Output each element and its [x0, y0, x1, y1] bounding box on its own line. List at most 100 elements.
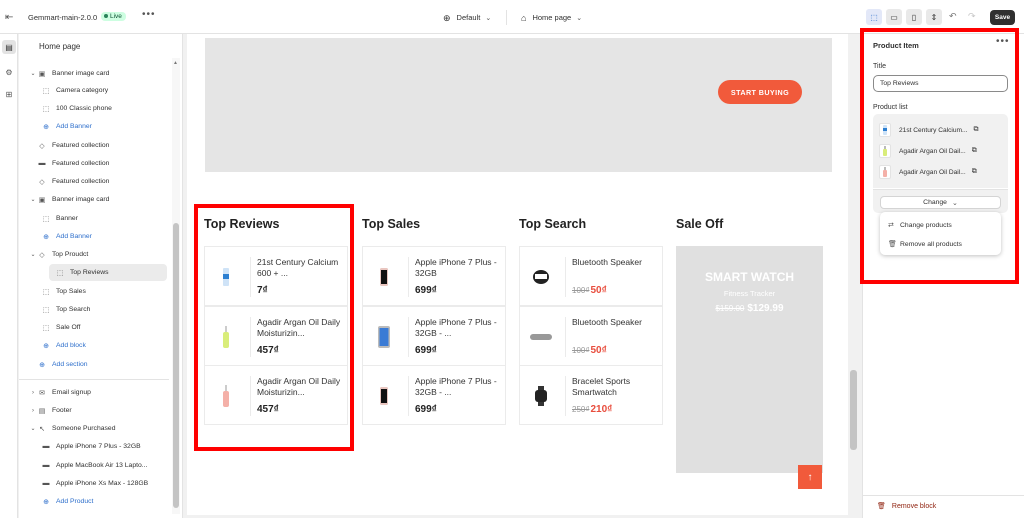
canvas-scrollbar[interactable] — [849, 34, 858, 515]
sidebar-tree-item[interactable]: › ✉ Email signup — [19, 384, 169, 401]
add-item-button[interactable]: ⊕ Add Banner — [19, 228, 169, 245]
mail-icon: ✉ — [39, 389, 45, 397]
scrollbar-thumb[interactable] — [173, 223, 179, 508]
product-card[interactable]: Apple iPhone 7 Plus - 32GB - ... 699₫ — [362, 306, 506, 366]
sidebar-tree-item[interactable]: ▬ Apple iPhone 7 Plus - 32GB — [19, 438, 169, 455]
image-icon: ▣ — [38, 70, 46, 78]
product-name: Apple iPhone 7 Plus - 32GB - ... — [415, 376, 497, 397]
product-name: Bracelet Sports Smartwatch — [572, 376, 631, 397]
sidebar-tree-item[interactable]: ⬚ 100 Classic phone — [19, 100, 169, 117]
add-item-button[interactable]: ⊕ Add section — [19, 356, 169, 373]
product-name: Apple iPhone 7 Plus - 32GB - ... — [415, 317, 497, 338]
chevron-down-icon[interactable]: ⌄ — [29, 251, 37, 258]
divider — [408, 257, 409, 297]
product-old-price: 250₫ — [572, 405, 590, 414]
sidebar-item-label: Top Sales — [56, 288, 86, 295]
settings-icon[interactable]: ⚙ — [2, 65, 16, 79]
sidebar-tree-item[interactable]: ⬚ Top Sales — [19, 283, 169, 300]
left-rail: ▤ ⚙ ⊞ — [0, 34, 18, 518]
chevron-right-icon[interactable]: › — [29, 390, 37, 396]
sidebar-tree-item[interactable]: ⬚ Sale Off — [19, 319, 169, 336]
sidebar-tree-item[interactable]: ▬ Featured collection — [19, 155, 169, 172]
chevron-down-icon[interactable]: ⌄ — [29, 70, 37, 77]
block-icon: ⬚ — [42, 105, 50, 113]
sidebar-item-label: Top Reviews — [70, 269, 109, 276]
sidebar-item-label: Add Banner — [56, 123, 92, 130]
sections-icon[interactable]: ▤ — [2, 40, 16, 54]
desktop-icon[interactable]: ▭ — [886, 9, 902, 25]
apps-icon[interactable]: ⊞ — [2, 87, 16, 101]
theme-more-button[interactable]: ••• — [142, 9, 156, 20]
sidebar-item-label: Apple MacBook Air 13 Lapto... — [56, 462, 148, 469]
sidebar-item-label: Sale Off — [56, 324, 81, 331]
promo-subheading: Fitness Tracker — [723, 289, 776, 298]
sidebar-tree-item[interactable]: ⬚ Top Reviews — [49, 264, 167, 281]
product-price: 699₫ — [415, 345, 437, 356]
divider — [565, 317, 566, 357]
chevron-down-icon[interactable]: ⌄ — [29, 196, 37, 203]
sidebar-tree-item[interactable]: ⌄ ↖ Someone Purchased — [19, 420, 169, 437]
sections-sidebar: Home page ⌄ ▣ Banner image card ⬚ Camera cat… — [19, 34, 183, 518]
undo-icon[interactable]: ↶ — [949, 11, 957, 22]
exit-icon[interactable]: ⇤ — [5, 12, 13, 23]
chevron-right-icon[interactable]: › — [29, 408, 37, 414]
block-icon: ⬚ — [42, 306, 50, 314]
sidebar-tree-item[interactable]: ⌄ ▣ Banner image card — [19, 191, 169, 208]
sidebar-tree-item[interactable]: ◇ Featured collection — [19, 173, 169, 190]
product-name: Apple iPhone 7 Plus - 32GB — [415, 257, 497, 278]
product-price: 699₫ — [415, 285, 437, 296]
sidebar-tree-item[interactable]: ⬚ Top Search — [19, 301, 169, 318]
back-to-top-arrow-icon[interactable]: ↑ — [798, 465, 822, 489]
sidebar-tree-item[interactable]: ⬚ Camera category — [19, 82, 169, 99]
add-item-button[interactable]: ⊕ Add Product — [19, 493, 169, 510]
banner[interactable]: START BUYING — [205, 38, 832, 172]
product-card[interactable]: Apple iPhone 7 Plus - 32GB - ... 699₫ — [362, 365, 506, 425]
sidebar-tree-item[interactable]: › ▤ Footer — [19, 402, 169, 419]
scroll-up-icon[interactable]: ▲ — [173, 60, 178, 66]
save-button[interactable]: Save — [990, 10, 1015, 25]
divider — [19, 379, 169, 380]
sidebar-item-label: Add section — [52, 361, 88, 368]
sale-off-promo[interactable]: SMART WATCH Fitness Tracker $159.00 $129.… — [676, 246, 823, 473]
inspector-icon[interactable]: ⬚ — [866, 9, 882, 25]
product-card[interactable]: Bluetooth Speaker 100₫50₫ — [519, 306, 663, 366]
product-old-price: 100₫ — [572, 346, 590, 355]
promo-new-price: $129.99 — [747, 303, 784, 314]
sidebar-item-label: Featured collection — [52, 142, 110, 149]
sidebar-tree-item[interactable]: ◇ Featured collection — [19, 137, 169, 154]
product-card[interactable]: Bluetooth Speaker 100₫50₫ — [519, 246, 663, 306]
sidebar-item-label: Add Banner — [56, 233, 92, 240]
redo-icon[interactable]: ↷ — [968, 11, 976, 22]
cursor-icon: ↖ — [39, 425, 45, 433]
sidebar-tree-item[interactable]: ⌄ ◇ Top Proudct — [19, 246, 169, 263]
sidebar-tree-item[interactable]: ⬚ Banner — [19, 210, 169, 227]
theme-default-dropdown[interactable]: ⊕ Default ⌄ — [443, 13, 491, 24]
sidebar-scrollbar[interactable]: ▲ ▼ — [172, 58, 180, 514]
fullwidth-icon[interactable]: ⇕ — [926, 9, 942, 25]
product-name: Bluetooth Speaker — [572, 257, 642, 267]
theme-default-label: Default — [456, 13, 481, 22]
product-image — [526, 320, 556, 354]
sidebar-item-label: Top Proudct — [52, 251, 89, 258]
product-card[interactable]: Apple iPhone 7 Plus - 32GB 699₫ — [362, 246, 506, 306]
sidebar-tree-item[interactable]: ▬ Apple MacBook Air 13 Lapto... — [19, 457, 169, 474]
block-icon: ⬚ — [42, 324, 50, 332]
promo-heading: SMART WATCH — [704, 270, 795, 284]
product-card[interactable]: Bracelet Sports Smartwatch 250₫210₫ — [519, 365, 663, 425]
start-buying-button[interactable]: START BUYING — [718, 80, 802, 104]
page-selector-dropdown[interactable]: ⌂ Home page ⌄ — [521, 13, 582, 23]
sidebar-item-label: Add Product — [56, 498, 94, 505]
home-icon: ⌂ — [521, 13, 527, 23]
remove-block-button[interactable]: 🗑 Remove block — [877, 502, 936, 510]
product-image — [526, 260, 556, 294]
mobile-icon[interactable]: ▯ — [906, 9, 922, 25]
chevron-down-icon[interactable]: ⌄ — [29, 425, 37, 432]
remove-block-label: Remove block — [891, 503, 937, 510]
scrollbar-thumb[interactable] — [850, 370, 857, 450]
sidebar-tree-item[interactable]: ⌄ ▣ Banner image card — [19, 65, 169, 82]
globe-icon: ⊕ — [443, 13, 451, 23]
sidebar-tree-item[interactable]: ▬ Apple iPhone Xs Max - 128GB — [19, 475, 169, 492]
add-item-button[interactable]: ⊕ Add Banner — [19, 118, 169, 135]
add-item-button[interactable]: ⊕ Add block — [19, 337, 169, 354]
product-image — [369, 379, 399, 413]
